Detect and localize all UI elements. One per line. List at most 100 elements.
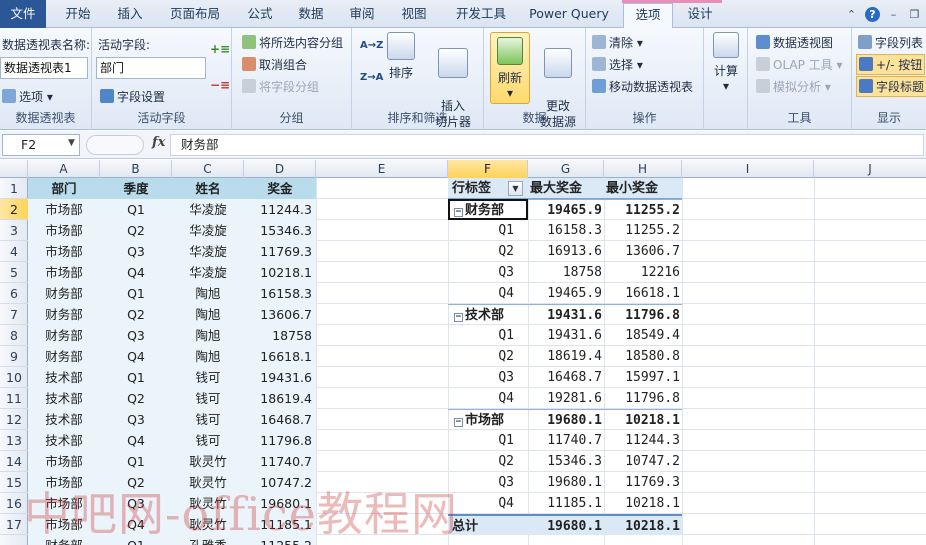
pivot-quarter-label[interactable]: Q3 xyxy=(448,262,514,283)
pivot-max-value[interactable]: 16468.7 xyxy=(528,367,606,388)
group-selection-button[interactable]: 将所选内容分组 xyxy=(242,34,343,51)
pivot-options-button[interactable]: 选项 ▾ xyxy=(2,88,53,105)
active-field-input[interactable]: 部门 xyxy=(96,57,206,79)
tab-data[interactable]: 数据 xyxy=(291,3,331,28)
worksheet-grid[interactable]: 部门 季度 姓名 奖金 市场部 Q1 华凌旋 11244.3 市场部 Q2 华凌旋 15346… xyxy=(28,178,926,545)
row-header[interactable]: 5 xyxy=(0,262,28,283)
tab-insert[interactable]: 插入 xyxy=(110,3,150,28)
filter-dropdown-icon[interactable]: ▼ xyxy=(508,181,523,196)
table-cell[interactable]: Q4 xyxy=(100,262,172,283)
table-cell[interactable]: 市场部 xyxy=(28,514,100,535)
header-bonus[interactable]: 奖金 xyxy=(244,178,316,199)
row-header[interactable]: 7 xyxy=(0,304,28,325)
pivot-max-value[interactable]: 19281.6 xyxy=(528,388,606,409)
row-header[interactable]: 9 xyxy=(0,346,28,367)
column-header[interactable]: A xyxy=(28,160,100,178)
table-cell[interactable]: 财务部 xyxy=(28,535,100,545)
pivot-quarter-label[interactable]: Q1 xyxy=(448,325,514,346)
row-header[interactable]: 3 xyxy=(0,220,28,241)
table-cell[interactable]: 财务部 xyxy=(28,283,100,304)
table-cell[interactable]: 华凌旋 xyxy=(172,199,244,220)
table-cell[interactable]: 市场部 xyxy=(28,451,100,472)
tab-file[interactable]: 文件 xyxy=(0,0,46,28)
table-cell[interactable]: 钱可 xyxy=(172,430,244,451)
row-header[interactable]: 2 xyxy=(0,199,28,220)
pivot-max-value[interactable]: 19431.6 xyxy=(528,305,606,326)
collapse-field-icon[interactable]: −≡ xyxy=(210,78,230,92)
table-cell[interactable]: Q2 xyxy=(100,388,172,409)
table-cell[interactable]: 市场部 xyxy=(28,262,100,283)
table-cell[interactable]: 市场部 xyxy=(28,472,100,493)
table-cell[interactable]: 18619.4 xyxy=(244,388,316,409)
table-cell[interactable]: 市场部 xyxy=(28,199,100,220)
tab-home[interactable]: 开始 xyxy=(58,3,98,28)
table-cell[interactable]: 陶旭 xyxy=(172,346,244,367)
table-cell[interactable]: 孔雅香 xyxy=(172,535,244,545)
table-cell[interactable]: 耿灵竹 xyxy=(172,451,244,472)
pivot-quarter-label[interactable]: Q2 xyxy=(448,241,514,262)
tab-page-layout[interactable]: 页面布局 xyxy=(163,3,227,28)
pivot-quarter-label[interactable]: Q2 xyxy=(448,451,514,472)
table-cell[interactable]: 钱可 xyxy=(172,367,244,388)
pivot-chart-button[interactable]: 数据透视图 xyxy=(756,34,833,51)
table-cell[interactable]: Q4 xyxy=(100,514,172,535)
select-all-corner[interactable] xyxy=(0,160,28,178)
sort-button[interactable]: 排序 xyxy=(384,32,418,81)
pivot-min-value[interactable]: 10218.1 xyxy=(606,410,684,431)
pivot-name-input[interactable]: 数据透视表1 xyxy=(0,57,88,79)
table-cell[interactable]: 11769.3 xyxy=(244,241,316,262)
row-header[interactable]: 8 xyxy=(0,325,28,346)
select-button[interactable]: 选择 ▾ xyxy=(592,56,643,73)
pivot-row-labels-header[interactable]: 行标签 xyxy=(452,178,508,199)
pivot-min-header[interactable]: 最小奖金 xyxy=(606,178,682,199)
tab-options[interactable]: 选项 xyxy=(623,3,673,28)
pivot-quarter-label[interactable]: Q2 xyxy=(448,346,514,367)
calculations-button[interactable]: 计算 ▾ xyxy=(708,32,744,93)
grand-total-max[interactable]: 19680.1 xyxy=(528,516,606,537)
table-cell[interactable]: 技术部 xyxy=(28,388,100,409)
group-field-button[interactable]: 将字段分组 xyxy=(242,78,319,95)
pivot-quarter-label[interactable]: Q4 xyxy=(448,283,514,304)
pivot-min-value[interactable]: 18549.4 xyxy=(606,325,684,346)
grand-total-label[interactable]: 总计 xyxy=(452,516,522,537)
column-header[interactable]: G xyxy=(528,160,604,178)
table-cell[interactable]: 技术部 xyxy=(28,430,100,451)
row-header[interactable]: 10 xyxy=(0,367,28,388)
table-cell[interactable]: Q3 xyxy=(100,409,172,430)
table-cell[interactable]: 陶旭 xyxy=(172,304,244,325)
table-cell[interactable]: 技术部 xyxy=(28,367,100,388)
table-cell[interactable]: 10218.1 xyxy=(244,262,316,283)
table-cell[interactable]: 华凌旋 xyxy=(172,241,244,262)
sort-ascending-icon[interactable]: A→Z xyxy=(360,40,383,62)
pivot-min-value[interactable]: 12216 xyxy=(606,262,684,283)
column-header[interactable]: I xyxy=(682,160,814,178)
table-cell[interactable]: 16618.1 xyxy=(244,346,316,367)
grand-total-min[interactable]: 10218.1 xyxy=(606,516,684,537)
table-cell[interactable]: Q1 xyxy=(100,451,172,472)
column-header-selected[interactable]: F xyxy=(448,160,528,178)
table-cell[interactable]: 15346.3 xyxy=(244,220,316,241)
table-cell[interactable]: 耿灵竹 xyxy=(172,493,244,514)
table-cell[interactable]: 陶旭 xyxy=(172,325,244,346)
pivot-max-value[interactable]: 19680.1 xyxy=(528,472,606,493)
pivot-min-value[interactable]: 11796.8 xyxy=(606,305,684,326)
table-cell[interactable]: 陶旭 xyxy=(172,283,244,304)
column-header[interactable]: H xyxy=(604,160,682,178)
table-cell[interactable]: 耿灵竹 xyxy=(172,472,244,493)
row-header[interactable]: 14 xyxy=(0,451,28,472)
table-cell[interactable]: 11796.8 xyxy=(244,430,316,451)
field-headers-toggle[interactable]: 字段标题 xyxy=(856,76,926,97)
table-cell[interactable]: 18758 xyxy=(244,325,316,346)
table-cell[interactable]: 钱可 xyxy=(172,388,244,409)
table-cell[interactable]: Q1 xyxy=(100,367,172,388)
pivot-max-value[interactable]: 18758 xyxy=(528,262,606,283)
pivot-min-value[interactable]: 18580.8 xyxy=(606,346,684,367)
header-department[interactable]: 部门 xyxy=(28,178,100,199)
what-if-button[interactable]: 模拟分析 ▾ xyxy=(756,78,831,95)
help-icon[interactable]: ? xyxy=(865,6,880,22)
row-header[interactable]: 1 xyxy=(0,178,28,199)
move-pivot-button[interactable]: 移动数据透视表 xyxy=(592,78,693,95)
pivot-min-value[interactable]: 11244.3 xyxy=(606,430,684,451)
table-cell[interactable]: Q3 xyxy=(100,241,172,262)
table-cell[interactable]: 16158.3 xyxy=(244,283,316,304)
